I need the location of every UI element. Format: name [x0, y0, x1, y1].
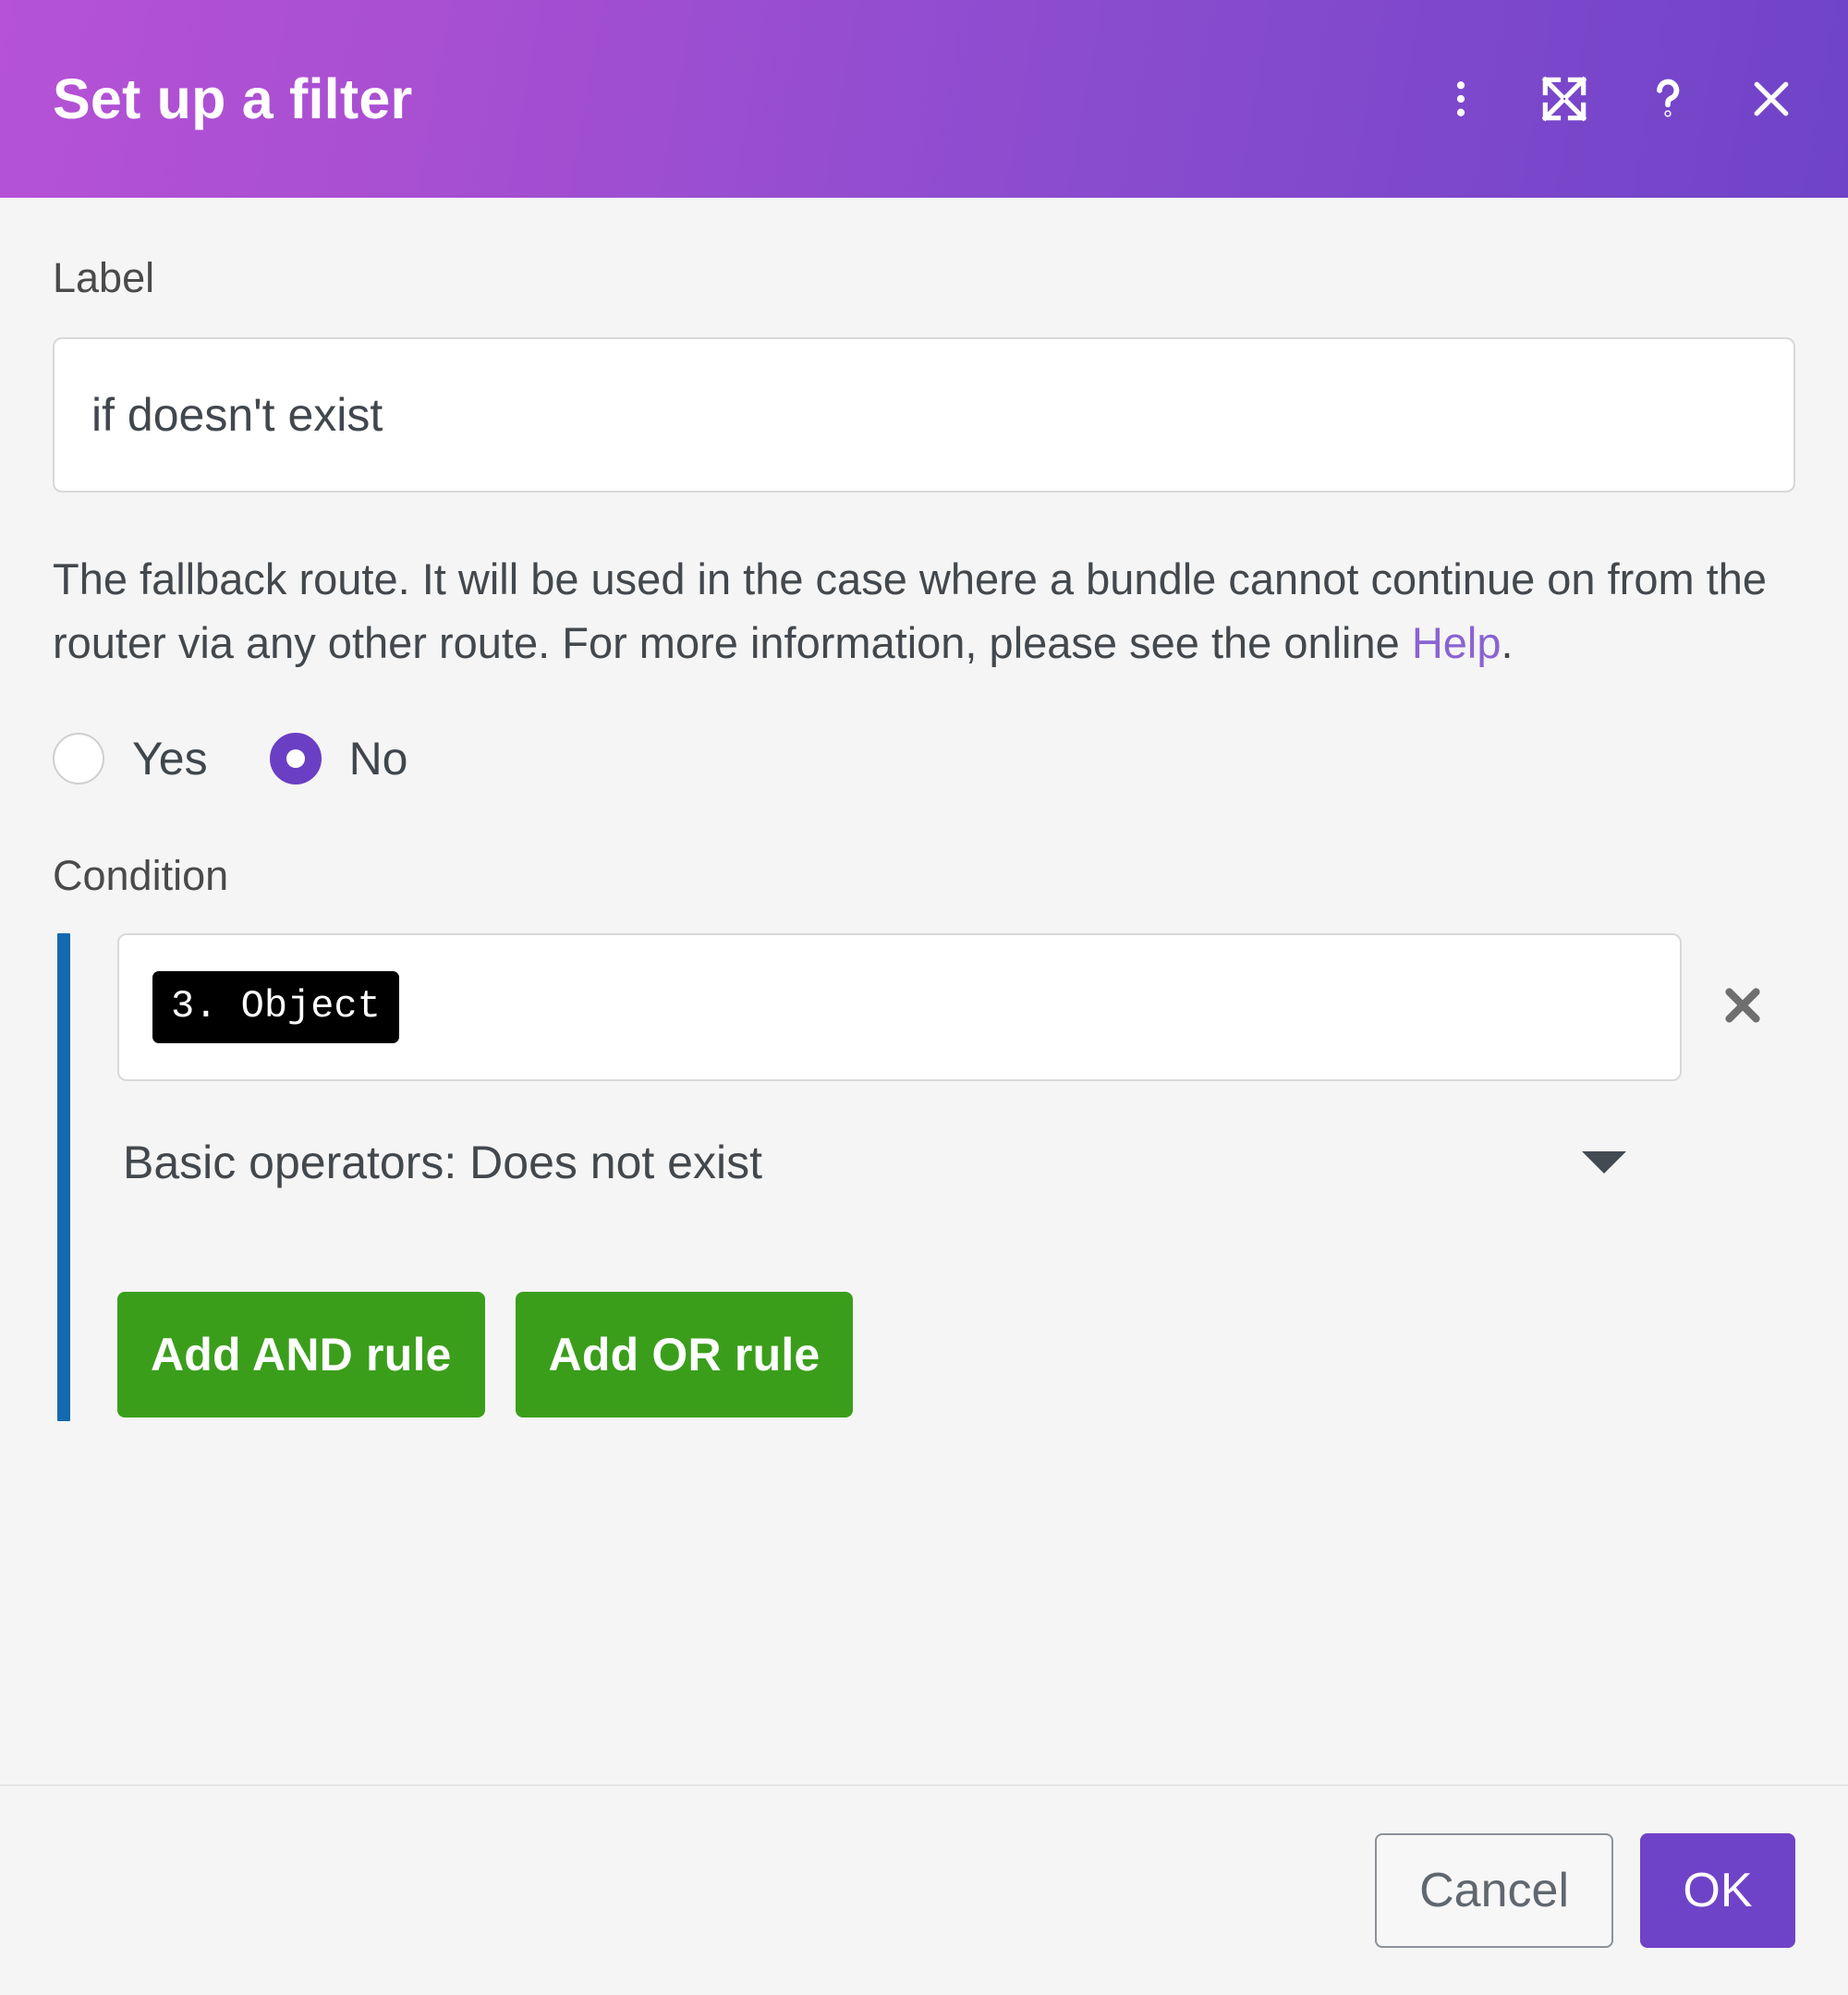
expand-arrows-icon	[1536, 70, 1593, 128]
condition-value-input[interactable]: 3. Object	[117, 933, 1682, 1081]
description-text-after: .	[1502, 618, 1514, 667]
question-mark-icon	[1641, 72, 1695, 126]
dialog-title: Set up a filter	[53, 71, 1429, 128]
close-button[interactable]	[1739, 67, 1804, 131]
label-field-label: Label	[53, 253, 1795, 303]
vertical-dots-icon	[1437, 75, 1485, 123]
set-up-a-filter-dialog: Set up a filter	[0, 0, 1848, 1995]
condition-group-accent-bar	[57, 933, 70, 1421]
dialog-footer: Cancel OK	[0, 1784, 1848, 1995]
radio-mark-yes	[53, 733, 104, 785]
condition-token-row: 3. Object	[117, 933, 1795, 1081]
label-input[interactable]	[53, 337, 1795, 493]
variable-token-chip[interactable]: 3. Object	[152, 971, 399, 1043]
operator-select[interactable]: Basic operators: Does not exist	[117, 1103, 1682, 1222]
radio-option-no[interactable]: No	[270, 733, 408, 785]
more-options-button[interactable]	[1429, 67, 1493, 131]
rule-buttons: Add AND rule Add OR rule	[117, 1292, 1795, 1421]
cancel-button[interactable]: Cancel	[1375, 1833, 1613, 1948]
close-x-icon	[1716, 979, 1769, 1037]
dialog-body: Label The fallback route. It will be use…	[0, 198, 1848, 1784]
titlebar-actions	[1429, 67, 1813, 131]
help-button[interactable]	[1635, 67, 1700, 131]
expand-button[interactable]	[1532, 67, 1597, 131]
online-help-link[interactable]: Help	[1412, 618, 1502, 667]
fallback-description: The fallback route. It will be used in t…	[53, 548, 1771, 675]
ok-button[interactable]: OK	[1640, 1833, 1795, 1948]
add-or-rule-button[interactable]: Add OR rule	[516, 1292, 854, 1417]
operator-select-value: Basic operators: Does not exist	[117, 1136, 1582, 1189]
condition-section-label: Condition	[53, 852, 1795, 900]
radio-option-yes[interactable]: Yes	[53, 733, 208, 785]
radio-label-yes: Yes	[132, 736, 208, 782]
add-and-rule-button[interactable]: Add AND rule	[117, 1292, 485, 1417]
radio-mark-no	[270, 733, 322, 785]
dialog-titlebar: Set up a filter	[0, 0, 1848, 198]
remove-condition-button[interactable]	[1696, 933, 1789, 1081]
radio-label-no: No	[349, 736, 408, 782]
condition-group-content: 3. Object Basic operators: Does not exis…	[117, 933, 1795, 1421]
condition-group: 3. Object Basic operators: Does not exis…	[53, 933, 1795, 1421]
close-x-icon	[1745, 72, 1798, 126]
fallback-radio-group: Yes No	[53, 733, 1795, 785]
chevron-down-icon	[1582, 1151, 1626, 1174]
